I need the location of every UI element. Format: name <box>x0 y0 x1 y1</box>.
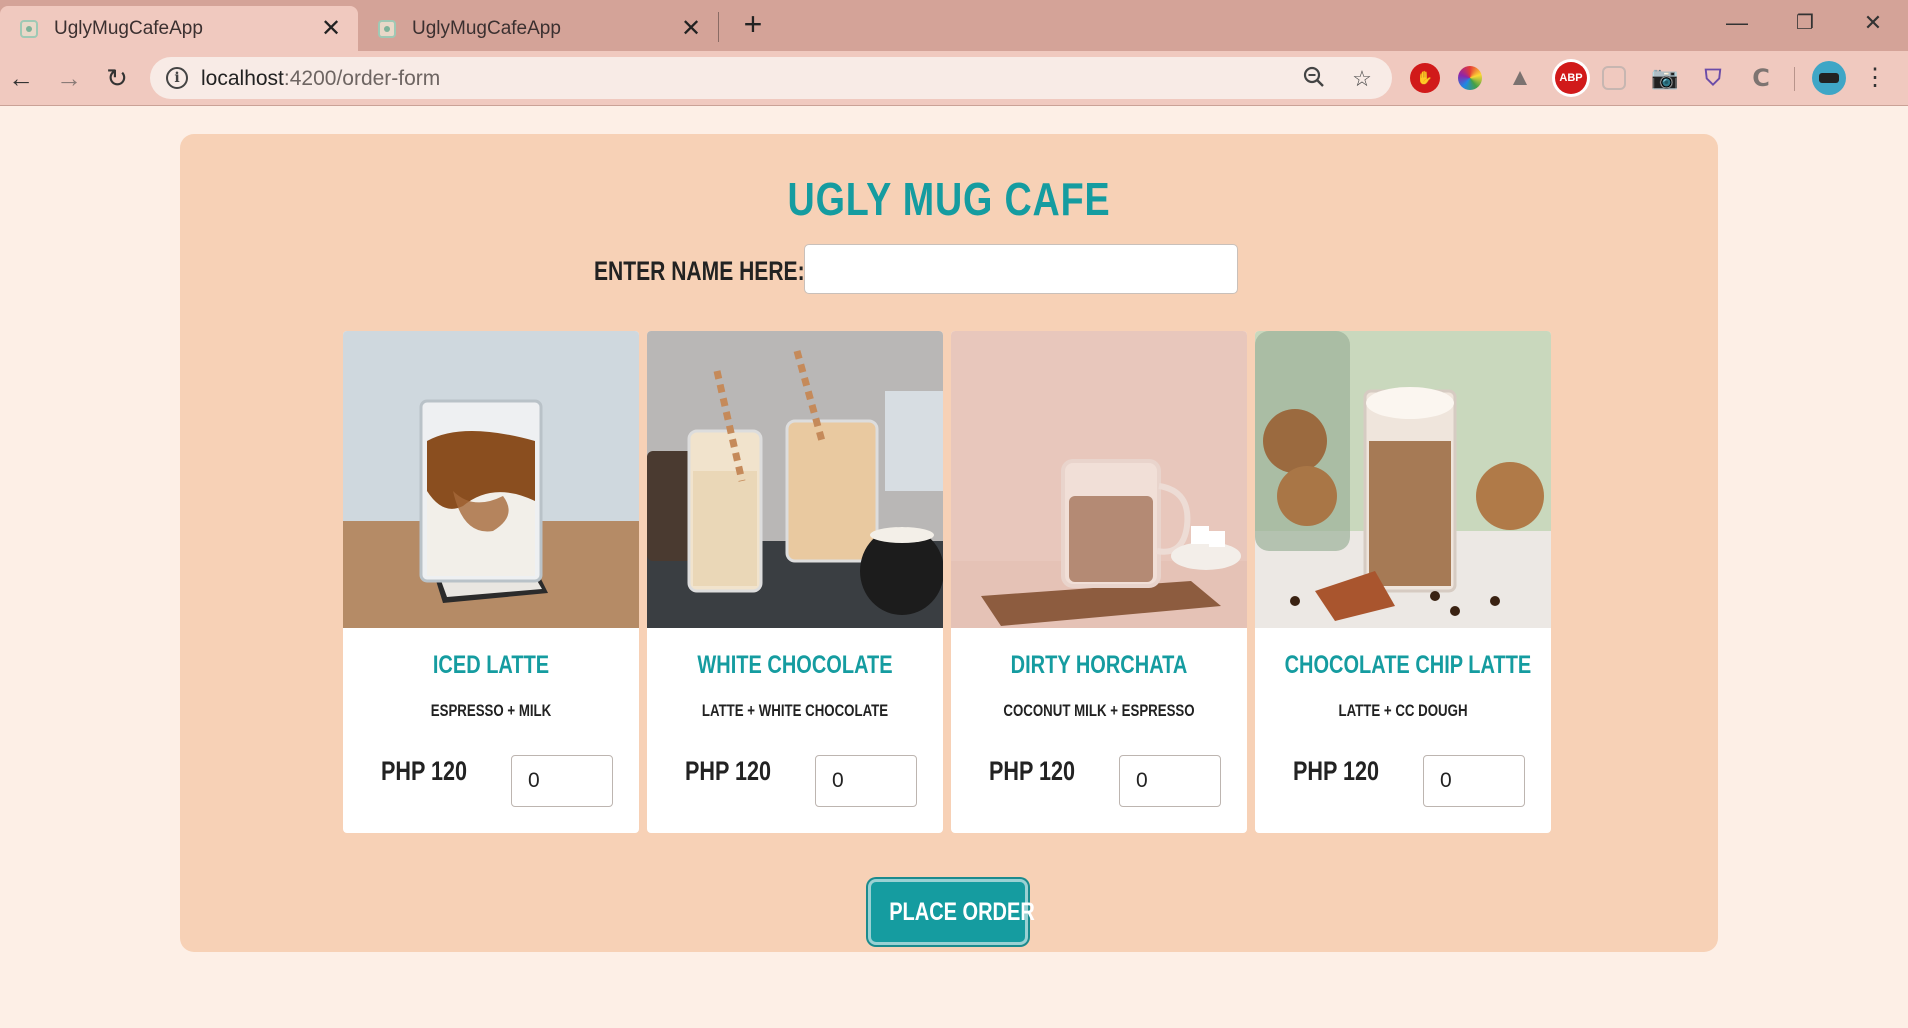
product-price: PHP 120 <box>989 756 1076 786</box>
restore-button[interactable]: ❐ <box>1770 4 1840 42</box>
product-description: LATTE + CC DOUGH <box>1338 701 1468 720</box>
abp-badge: ABP <box>1555 62 1587 94</box>
product-price: PHP 120 <box>685 756 772 786</box>
url-path: :4200/order-form <box>283 67 441 90</box>
url-host: localhost <box>201 67 284 90</box>
tab-active[interactable]: UglyMugCafeApp ✕ <box>0 6 358 51</box>
name-input[interactable] <box>804 244 1238 294</box>
tab-strip: UglyMugCafeApp ✕ UglyMugCafeApp ✕ + — ❐ … <box>0 0 1908 51</box>
browser-toolbar: ← → ↻ i localhost:4200/order-form ☆ ✋ ▲ … <box>0 51 1908 106</box>
drive-icon[interactable]: ▲ <box>1505 63 1535 93</box>
camera-icon[interactable]: 📷 <box>1650 63 1680 93</box>
abp-icon[interactable]: ABP <box>1552 59 1590 97</box>
product-description: ESPRESSO + MILK <box>430 701 552 720</box>
product-card-iced-latte: ICED LATTE ESPRESSO + MILK PHP 120 <box>343 331 639 833</box>
quantity-input[interactable] <box>815 755 917 807</box>
page-title: UGLY MUG CAFE <box>787 173 1111 225</box>
white-chocolate-image <box>647 331 943 628</box>
close-window-button[interactable]: ✕ <box>1838 4 1908 42</box>
color-wheel-icon[interactable] <box>1458 66 1482 90</box>
forward-button[interactable]: → <box>50 59 88 97</box>
reload-button[interactable]: ↻ <box>98 59 136 97</box>
place-order-label: PLACE ORDER <box>889 897 1035 926</box>
url-text[interactable]: localhost:4200/order-form <box>201 67 440 91</box>
order-form-panel: UGLY MUG CAFE ENTER NAME HERE: ICED LATT… <box>180 134 1718 952</box>
close-tab-icon[interactable]: ✕ <box>678 15 704 42</box>
adblock-stop-icon[interactable]: ✋ <box>1410 63 1440 93</box>
toolbar-divider <box>1794 67 1795 91</box>
tab-title: UglyMugCafeApp <box>54 17 203 39</box>
iced-latte-image <box>343 331 639 628</box>
back-button[interactable]: ← <box>2 59 40 97</box>
shield-icon[interactable]: ⛉ <box>1698 63 1728 93</box>
product-price: PHP 120 <box>381 756 468 786</box>
tab-inactive[interactable]: UglyMugCafeApp ✕ <box>358 6 718 51</box>
bookmark-star-icon[interactable]: ☆ <box>1348 65 1376 93</box>
quantity-input[interactable] <box>1423 755 1525 807</box>
favicon-icon <box>378 19 396 38</box>
new-tab-button[interactable]: + <box>736 8 770 42</box>
quantity-input[interactable] <box>1119 755 1221 807</box>
dirty-horchata-image <box>951 331 1247 628</box>
address-bar[interactable]: i localhost:4200/order-form ☆ <box>150 57 1392 99</box>
c-icon[interactable]: C <box>1746 63 1776 93</box>
product-name: ICED LATTE <box>432 651 550 679</box>
product-card-chocolate-chip-latte: CHOCOLATE CHIP LATTE LATTE + CC DOUGH PH… <box>1255 331 1551 833</box>
info-icon[interactable]: i <box>166 67 188 89</box>
quantity-input[interactable] <box>511 755 613 807</box>
product-name: DIRTY HORCHATA <box>1010 651 1188 679</box>
product-description: COCONUT MILK + ESPRESSO <box>1003 701 1195 720</box>
minimize-button[interactable]: — <box>1702 4 1772 42</box>
chocolate-chip-latte-image <box>1255 331 1551 628</box>
name-label: ENTER NAME HERE: <box>594 256 805 286</box>
menu-icon[interactable]: ⋮ <box>1856 59 1894 97</box>
product-card-white-chocolate: WHITE CHOCOLATE LATTE + WHITE CHOCOLATE … <box>647 331 943 833</box>
favicon-icon <box>20 19 38 38</box>
zoom-icon[interactable] <box>1300 65 1328 93</box>
pocket-icon[interactable] <box>1602 66 1626 90</box>
tab-divider <box>718 12 719 42</box>
product-description: LATTE + WHITE CHOCOLATE <box>701 701 889 720</box>
close-tab-icon[interactable]: ✕ <box>318 15 344 42</box>
product-name: WHITE CHOCOLATE <box>697 651 893 679</box>
product-price: PHP 120 <box>1293 756 1380 786</box>
product-name: CHOCOLATE CHIP LATTE <box>1284 651 1532 679</box>
place-order-button[interactable]: PLACE ORDER <box>868 879 1035 945</box>
product-card-dirty-horchata: DIRTY HORCHATA COCONUT MILK + ESPRESSO P… <box>951 331 1247 833</box>
profile-avatar[interactable] <box>1812 61 1846 95</box>
tab-title: UglyMugCafeApp <box>412 17 561 39</box>
